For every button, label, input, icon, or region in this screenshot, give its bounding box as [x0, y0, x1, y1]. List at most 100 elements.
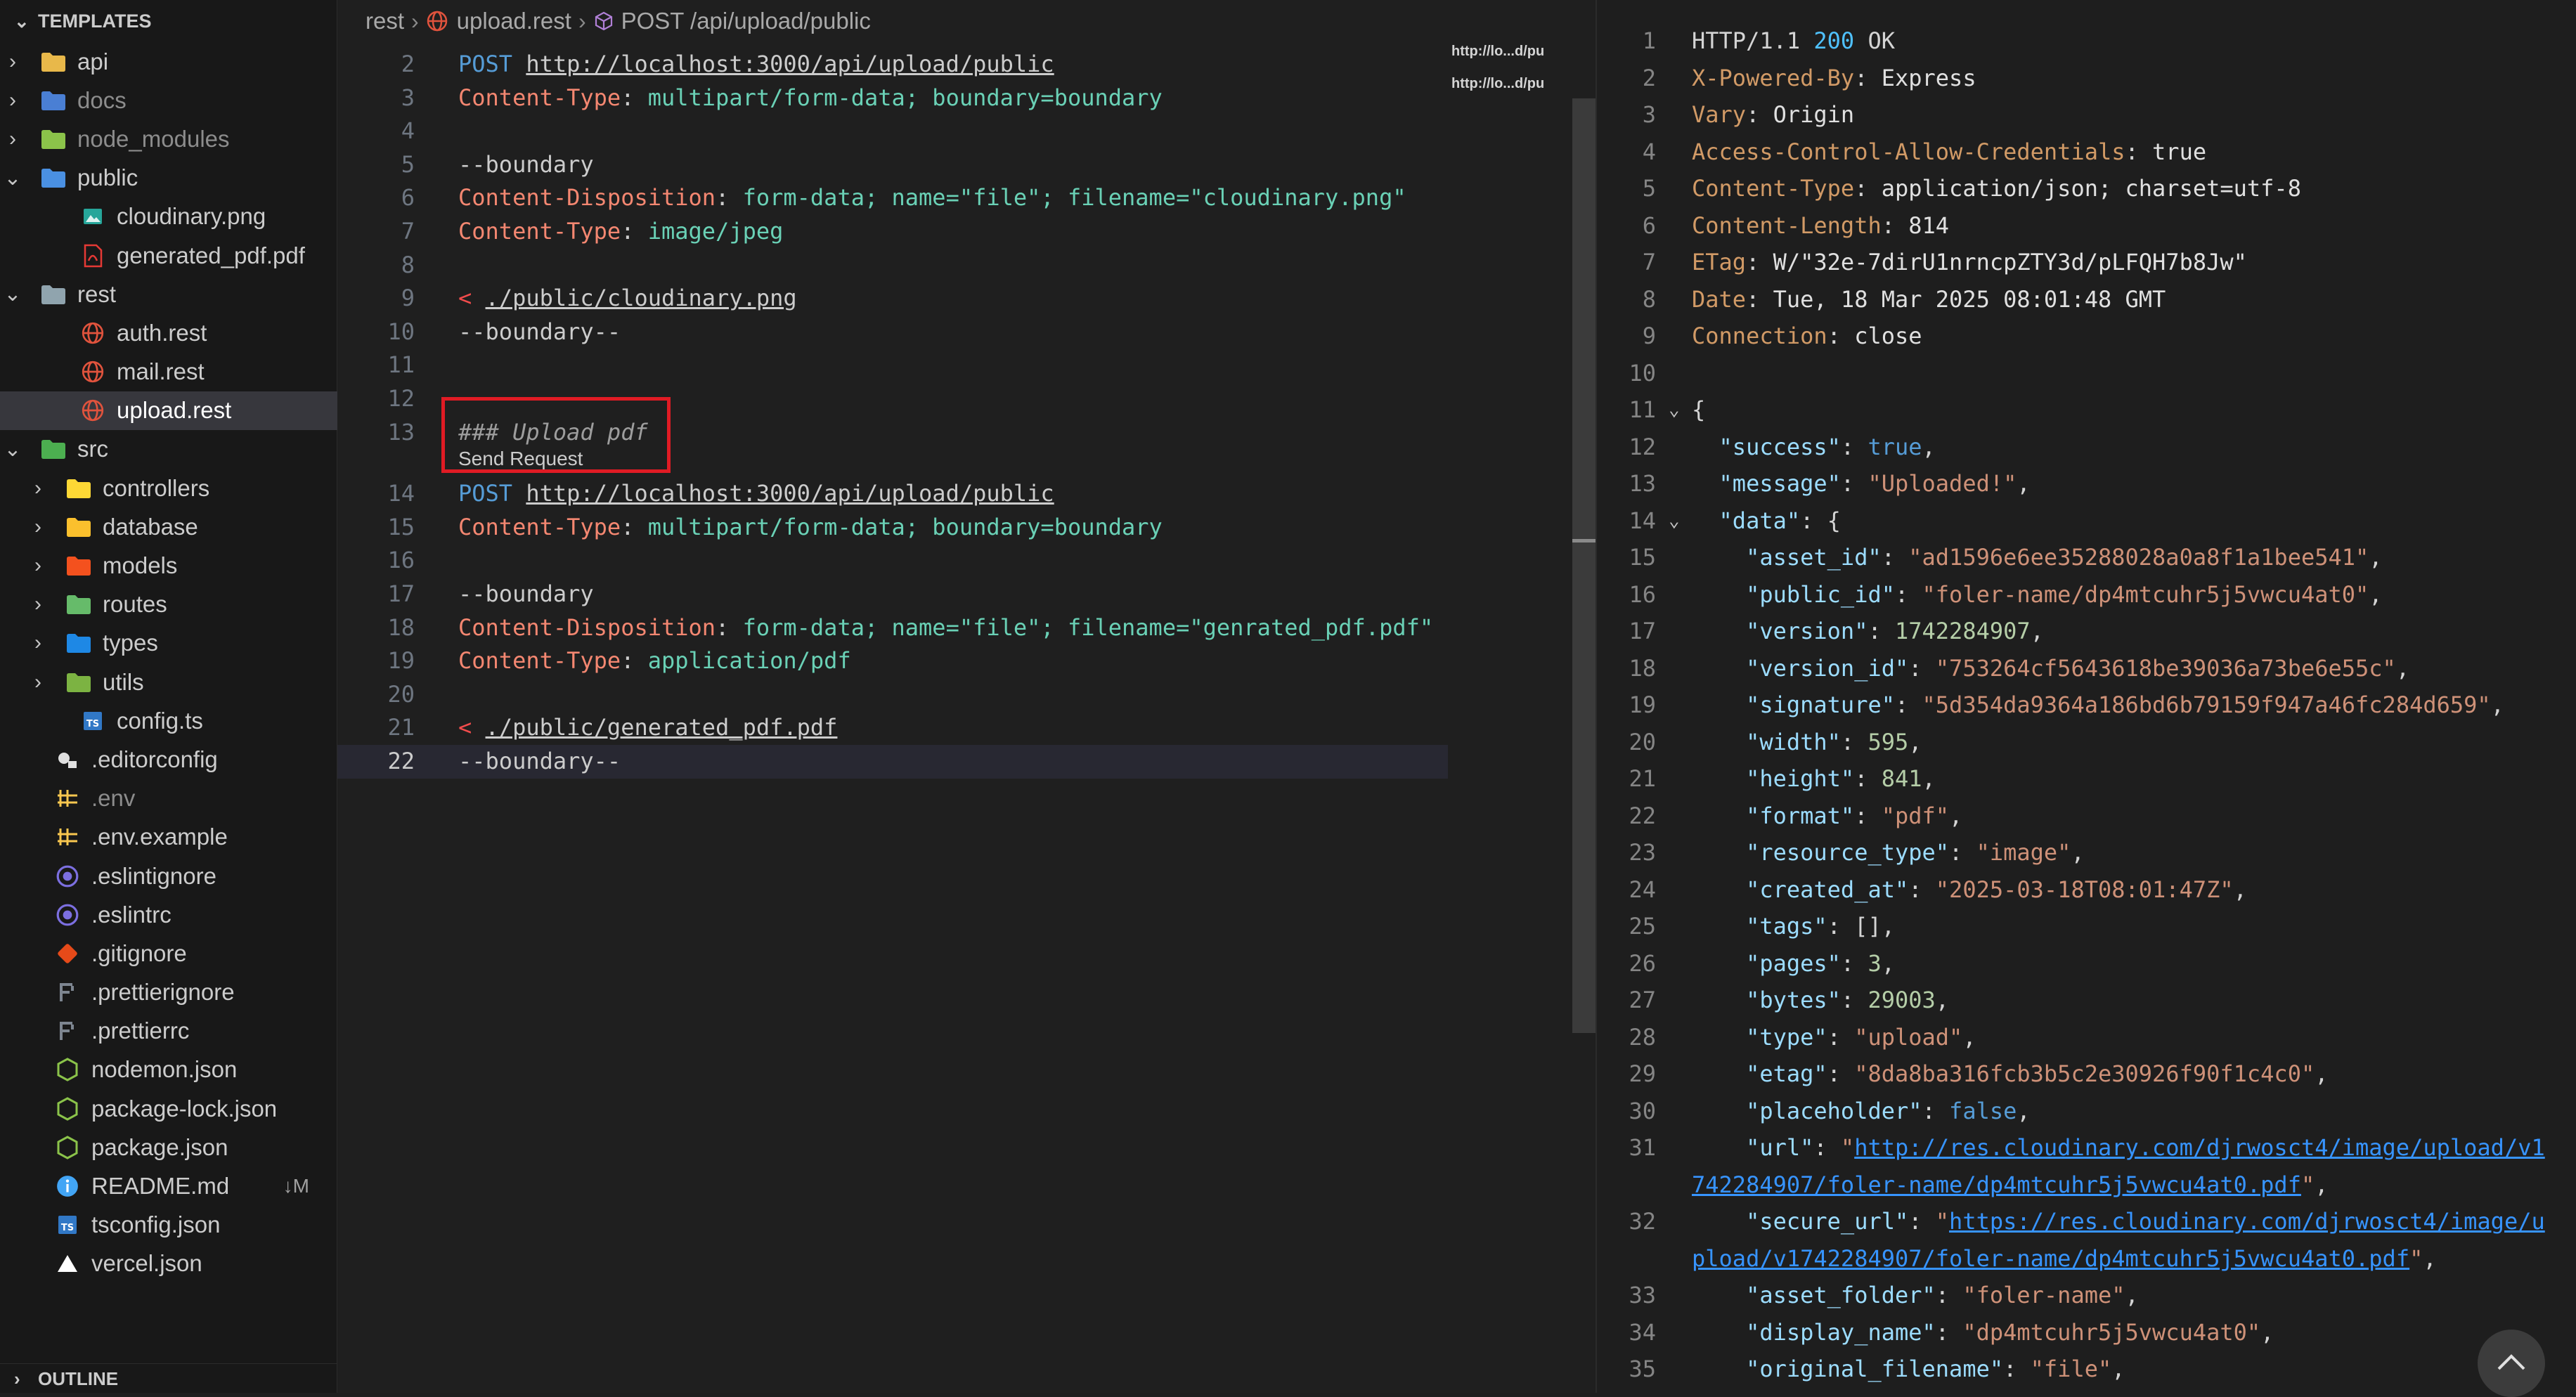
chevron-right-icon[interactable]: › [28, 554, 48, 578]
breadcrumb-request[interactable]: POST /api/upload/public [621, 8, 871, 34]
response-line: 32 "secure_url": "https://res.cloudinary… [1597, 1203, 2576, 1240]
tree-folder-item[interactable]: › docs [0, 81, 337, 119]
code-line[interactable]: 19 Content-Type: application/pdf [337, 644, 1448, 678]
code-token-path[interactable]: ./public/generated_pdf.pdf [486, 714, 838, 741]
fold-chevron-icon[interactable]: ⌄ [1669, 510, 1680, 531]
response-line-text: "version": 1742284907, [1692, 618, 2044, 644]
chevron-right-icon[interactable]: › [28, 515, 48, 539]
response-line-text: "original_filename": "file", [1692, 1356, 2125, 1382]
code-line[interactable]: 7 Content-Type: image/jpeg [337, 215, 1448, 249]
response-pane[interactable]: 1 HTTP/1.1 200 OK 2 X-Powered-By: Express 3 V… [1596, 0, 2576, 1393]
tree-file-item[interactable]: upload.rest [0, 391, 337, 430]
tree-folder-item[interactable]: › database [0, 507, 337, 546]
tree-file-item[interactable]: .eslintrc [0, 895, 337, 934]
tree-file-item[interactable]: .env.example [0, 818, 337, 857]
chevron-right-icon[interactable]: › [3, 127, 22, 151]
tree-file-item[interactable]: .env [0, 779, 337, 818]
code-line[interactable]: 16 [337, 544, 1448, 578]
editor-scrollbar[interactable] [1572, 42, 1596, 1393]
tree-file-item[interactable]: .prettierignore [0, 973, 337, 1012]
tree-file-item[interactable]: generated_pdf.pdf [0, 236, 337, 275]
response-line-number: 16 [1629, 580, 1656, 608]
code-line-text: --boundary [458, 148, 594, 182]
code-line[interactable]: 6 Content-Disposition: form-data; name="f… [337, 181, 1448, 215]
code-line[interactable]: 8 [337, 249, 1448, 282]
code-line[interactable]: 20 [337, 678, 1448, 712]
tree-file-item[interactable]: .prettierrc [0, 1012, 337, 1051]
response-token-link[interactable]: http://res.cloudinary.com/djrwosct4/imag… [1854, 1134, 2545, 1161]
tree-folder-item[interactable]: › node_modules [0, 119, 337, 158]
code-line-text: Content-Disposition: form-data; name="fi… [458, 611, 1433, 645]
code-line[interactable]: 10 --boundary-- [337, 316, 1448, 349]
code-line[interactable]: 18 Content-Disposition: form-data; name="… [337, 611, 1448, 645]
tree-file-item[interactable]: package.json [0, 1128, 337, 1167]
breadcrumb-file[interactable]: upload.rest [457, 8, 571, 34]
response-line: 17 "version": 1742284907, [1597, 613, 2576, 650]
code-line[interactable]: 12 [337, 382, 1448, 416]
chevron-down-icon[interactable]: ⌄ [3, 282, 22, 306]
explorer-section-header[interactable]: ⌄ TEMPLATES [0, 4, 337, 38]
code-line[interactable]: 17 --boundary [337, 578, 1448, 611]
send-request-codelens[interactable]: Send Request [458, 442, 583, 476]
fold-chevron-icon[interactable]: ⌄ [1669, 399, 1680, 420]
code-line[interactable]: 3 Content-Type: multipart/form-data; boun… [337, 82, 1448, 115]
tree-folder-item[interactable]: › types [0, 624, 337, 663]
code-line[interactable]: 15 Content-Type: multipart/form-data; bou… [337, 511, 1448, 545]
tree-folder-item[interactable]: ⌄ rest [0, 275, 337, 313]
tree-file-item[interactable]: .gitignore [0, 934, 337, 973]
code-line[interactable]: 14 POST http://localhost:3000/api/upload/… [337, 477, 1448, 511]
tree-folder-item[interactable]: › routes [0, 585, 337, 624]
chevron-down-icon[interactable]: ⌄ [3, 437, 22, 462]
tree-file-item[interactable]: TS config.ts [0, 701, 337, 740]
breadcrumb-folder[interactable]: rest [365, 8, 404, 34]
tree-folder-item[interactable]: › utils [0, 663, 337, 701]
code-line[interactable]: 5 --boundary [337, 148, 1448, 182]
chevron-up-icon [2496, 1352, 2527, 1375]
response-token-link[interactable]: 742284907/foler-name/dp4mtcuhr5j5vwcu4at… [1692, 1171, 2301, 1198]
tree-file-item[interactable]: mail.rest [0, 353, 337, 391]
tree-file-item[interactable]: cloudinary.png [0, 197, 337, 236]
tree-folder-item[interactable]: › api [0, 42, 337, 81]
code-token-plain: --boundary [458, 580, 594, 607]
tree-file-item[interactable]: .editorconfig [0, 740, 337, 779]
code-editor[interactable]: 2 POST http://localhost:3000/api/upload/p… [337, 42, 1448, 1393]
tree-folder-item[interactable]: › models [0, 546, 337, 585]
tree-file-item[interactable]: package-lock.json [0, 1089, 337, 1128]
response-token-plain: : [1840, 949, 1868, 977]
code-line[interactable]: 11 [337, 349, 1448, 382]
chevron-right-icon[interactable]: › [28, 592, 48, 616]
code-token-path[interactable]: ./public/cloudinary.png [486, 285, 797, 311]
tree-folder-item[interactable]: › controllers [0, 469, 337, 507]
tree-file-item[interactable]: vercel.json [0, 1245, 337, 1283]
minimap[interactable]: http://lo...d/pu http://lo...d/pu [1451, 42, 1571, 1393]
tree-file-item[interactable]: auth.rest [0, 313, 337, 352]
code-line[interactable]: 22 --boundary-- [337, 745, 1448, 779]
chevron-right-icon[interactable]: › [28, 476, 48, 500]
response-token-link[interactable]: https://res.cloudinary.com/djrwosct4/ima… [1949, 1208, 2545, 1235]
code-token-url[interactable]: http://localhost:3000/api/upload/public [526, 51, 1054, 77]
scroll-to-top-button[interactable] [2478, 1330, 2545, 1397]
tree-file-item[interactable]: TS tsconfig.json [0, 1206, 337, 1245]
tree-file-item[interactable]: .eslintignore [0, 857, 337, 895]
response-token-link[interactable]: pload/v1742284907/foler-name/dp4mtcuhr5j… [1692, 1245, 2409, 1272]
outline-section-header[interactable]: › OUTLINE [0, 1363, 337, 1393]
code-line[interactable]: 9 < ./public/cloudinary.png [337, 282, 1448, 316]
chevron-down-icon[interactable]: ⌄ [3, 166, 22, 190]
chevron-right-icon[interactable]: › [28, 631, 48, 655]
tree-file-item[interactable]: README.md ↓M [0, 1167, 337, 1205]
code-line[interactable]: 21 < ./public/generated_pdf.pdf [337, 711, 1448, 745]
code-line[interactable]: 4 [337, 115, 1448, 148]
tree-file-item[interactable]: nodemon.json [0, 1051, 337, 1089]
code-token-url[interactable]: http://localhost:3000/api/upload/public [526, 480, 1054, 507]
code-line[interactable]: 2 POST http://localhost:3000/api/upload/p… [337, 48, 1448, 82]
chevron-right-icon[interactable]: › [28, 670, 48, 694]
response-token-plain: : [1854, 64, 1882, 91]
chevron-right-icon[interactable]: › [3, 50, 22, 74]
line-number: 22 [387, 748, 415, 774]
tree-folder-item[interactable]: ⌄ public [0, 159, 337, 197]
tree-item-label: .eslintignore [91, 862, 216, 889]
chevron-right-icon[interactable]: › [3, 89, 22, 112]
scrollbar-thumb[interactable] [1572, 98, 1596, 1033]
tree-folder-item[interactable]: ⌄ src [0, 430, 337, 469]
